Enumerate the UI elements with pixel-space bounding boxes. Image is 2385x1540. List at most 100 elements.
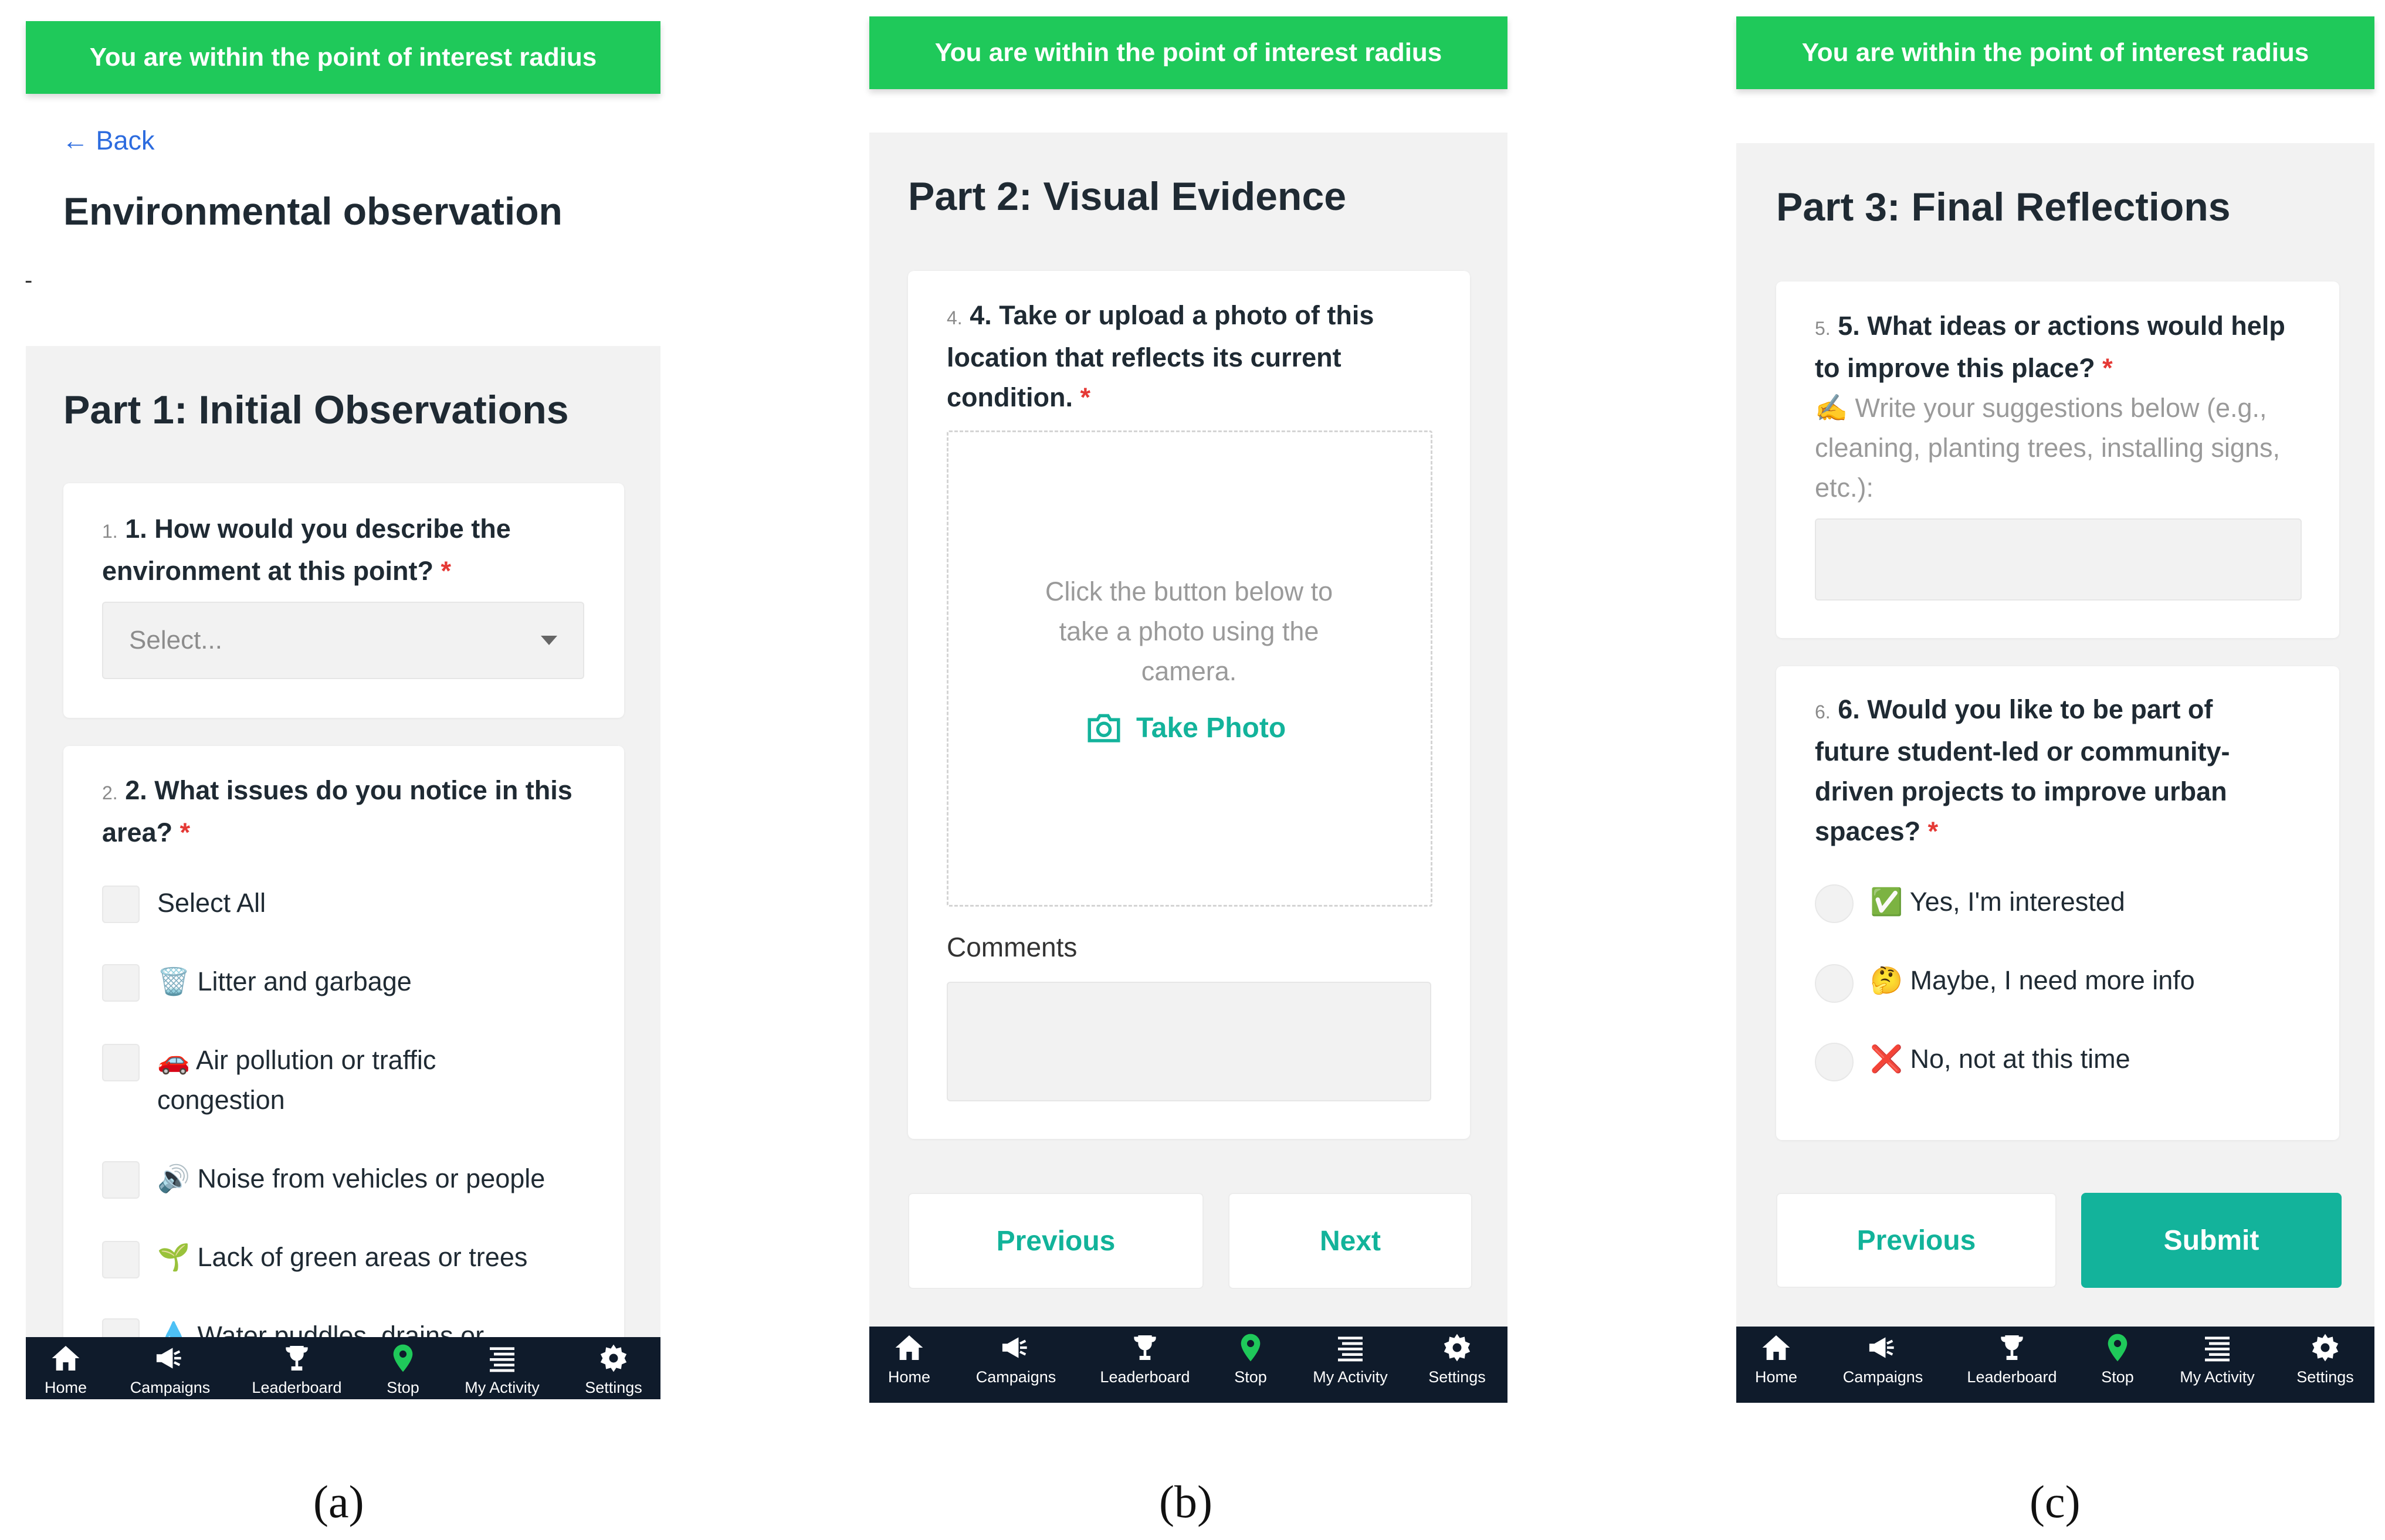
list-icon xyxy=(2205,1337,2230,1362)
question-5-label: 5. 5. What ideas or actions would help t… xyxy=(1815,306,2302,508)
previous-button[interactable]: Previous xyxy=(908,1193,1204,1289)
question-number: 1. xyxy=(102,521,118,542)
comments-textarea[interactable] xyxy=(947,982,1431,1101)
trophy-icon xyxy=(1134,1335,1156,1360)
nav-label: Settings xyxy=(2296,1368,2354,1386)
question-2-label: 2. 2. What issues do you notice in this … xyxy=(102,771,589,853)
nav-label: Settings xyxy=(585,1379,642,1396)
nav-label: Campaigns xyxy=(1842,1368,1923,1386)
select-placeholder: Select... xyxy=(129,626,222,654)
question-number: 6. xyxy=(1815,701,1831,722)
nav-label: Stop xyxy=(1234,1368,1267,1386)
nav-home[interactable]: Home xyxy=(19,1337,113,1399)
bottom-nav: Home Campaigns Leaderboard Stop My Activ… xyxy=(1736,1327,2374,1403)
nav-campaigns[interactable]: Campaigns xyxy=(123,1337,217,1399)
location-pin-icon xyxy=(393,1344,413,1372)
checkbox-noise[interactable] xyxy=(102,1161,140,1199)
question-card-5: 5. 5. What ideas or actions would help t… xyxy=(1776,281,2339,638)
comments-label: Comments xyxy=(947,932,1078,962)
take-photo-button[interactable]: Take Photo xyxy=(1085,708,1286,748)
question-card-1: 1. 1. How would you describe the environ… xyxy=(63,483,624,718)
nav-settings[interactable]: Settings xyxy=(567,1337,660,1399)
poi-radius-banner: You are within the point of interest rad… xyxy=(869,16,1507,89)
required-marker: * xyxy=(1927,816,1939,846)
environment-select[interactable]: Select... xyxy=(102,602,584,679)
question-number: 2. xyxy=(102,782,118,803)
list-icon xyxy=(490,1347,514,1372)
panel-caption: (a) xyxy=(313,1476,364,1527)
required-marker: * xyxy=(2102,353,2113,383)
nav-my-activity[interactable]: My Activity xyxy=(2170,1327,2264,1389)
poi-radius-banner: You are within the point of interest rad… xyxy=(26,21,660,94)
question-6-label: 6. 6. Would you like to be part of futur… xyxy=(1815,690,2272,852)
back-link[interactable]: ← Back xyxy=(62,125,155,156)
question-card-6: 6. 6. Would you like to be part of futur… xyxy=(1776,666,2339,1140)
question-text: 5. What ideas or actions would help to i… xyxy=(1815,311,2285,383)
nav-campaigns[interactable]: Campaigns xyxy=(969,1327,1063,1389)
checkbox-litter[interactable] xyxy=(102,964,140,1002)
gear-icon xyxy=(600,1344,627,1372)
nav-campaigns[interactable]: Campaigns xyxy=(1836,1327,1930,1389)
trophy-icon xyxy=(2001,1335,2023,1360)
nav-home[interactable]: Home xyxy=(862,1327,956,1389)
option-label: 🚗 Air pollution or traffic congestion xyxy=(157,1045,436,1115)
home-icon xyxy=(52,1346,80,1371)
nav-home[interactable]: Home xyxy=(1729,1327,1823,1389)
nav-leaderboard[interactable]: Leaderboard xyxy=(1098,1327,1192,1389)
next-button[interactable]: Next xyxy=(1228,1193,1472,1289)
question-card-4: 4. 4. Take or upload a photo of this loc… xyxy=(908,271,1470,1139)
nav-label: Stop xyxy=(387,1379,419,1396)
question-number: 4. xyxy=(947,307,963,328)
option-label: ❌ No, not at this time xyxy=(1870,1044,2130,1074)
nav-label: Stop xyxy=(2101,1368,2134,1386)
nav-stop[interactable]: Stop xyxy=(2071,1327,2164,1389)
option-label: Select All xyxy=(157,888,266,918)
panel-c: You are within the point of interest rad… xyxy=(1713,0,2385,1540)
radio-yes[interactable] xyxy=(1815,884,1854,923)
photo-dropzone[interactable]: Click the button below to take a photo u… xyxy=(947,430,1432,907)
nav-label: Settings xyxy=(1428,1368,1486,1386)
location-pin-icon xyxy=(1241,1334,1261,1362)
form-section: Part 1: Initial Observations 1. 1. How w… xyxy=(26,346,660,1341)
nav-my-activity[interactable]: My Activity xyxy=(1303,1327,1397,1389)
nav-stop[interactable]: Stop xyxy=(1204,1327,1297,1389)
gear-icon xyxy=(2312,1334,2339,1362)
radio-no[interactable] xyxy=(1815,1043,1854,1081)
nav-leaderboard[interactable]: Leaderboard xyxy=(250,1337,344,1399)
megaphone-icon xyxy=(1869,1337,1894,1358)
nav-settings[interactable]: Settings xyxy=(1410,1327,1504,1389)
question-card-2: 2. 2. What issues do you notice in this … xyxy=(63,746,624,1341)
camera-icon xyxy=(1088,714,1120,742)
nav-leaderboard[interactable]: Leaderboard xyxy=(1965,1327,2059,1389)
divider-dash: - xyxy=(25,267,33,293)
nav-label: Home xyxy=(44,1379,87,1396)
take-photo-label: Take Photo xyxy=(1136,712,1286,744)
list-icon xyxy=(1338,1337,1363,1362)
radio-maybe[interactable] xyxy=(1815,964,1854,1003)
nav-settings[interactable]: Settings xyxy=(2278,1327,2372,1389)
previous-button[interactable]: Previous xyxy=(1776,1193,2057,1288)
question-text: 2. What issues do you notice in this are… xyxy=(102,775,572,847)
question-number: 5. xyxy=(1815,318,1831,339)
suggestions-textarea[interactable] xyxy=(1815,518,2302,601)
checkbox-green-areas[interactable] xyxy=(102,1241,140,1278)
question-5-hint: ✍️ Write your suggestions below (e.g., c… xyxy=(1815,393,2280,503)
checkbox-air-pollution[interactable] xyxy=(102,1044,140,1081)
question-4-label: 4. 4. Take or upload a photo of this loc… xyxy=(947,296,1416,418)
photo-hint: Click the button below to take a photo u… xyxy=(1045,576,1333,686)
poi-radius-banner: You are within the point of interest rad… xyxy=(1736,16,2374,89)
submit-button[interactable]: Submit xyxy=(2081,1193,2342,1288)
nav-stop[interactable]: Stop xyxy=(356,1337,450,1399)
checkbox-select-all[interactable] xyxy=(102,886,140,923)
megaphone-icon xyxy=(156,1348,181,1369)
nav-label: Leaderboard xyxy=(252,1379,342,1396)
home-icon xyxy=(1762,1335,1790,1360)
part-title: Part 2: Visual Evidence xyxy=(908,174,1347,219)
part-title: Part 3: Final Reflections xyxy=(1776,185,2231,229)
page-title: Environmental observation xyxy=(63,189,563,233)
bottom-nav: Home Campaigns Leaderboard Stop My Activ… xyxy=(26,1337,660,1399)
nav-label: Campaigns xyxy=(975,1368,1056,1386)
nav-my-activity[interactable]: My Activity xyxy=(455,1337,549,1399)
bottom-nav: Home Campaigns Leaderboard Stop My Activ… xyxy=(869,1327,1507,1403)
panel-a: You are within the point of interest rad… xyxy=(0,0,669,1540)
